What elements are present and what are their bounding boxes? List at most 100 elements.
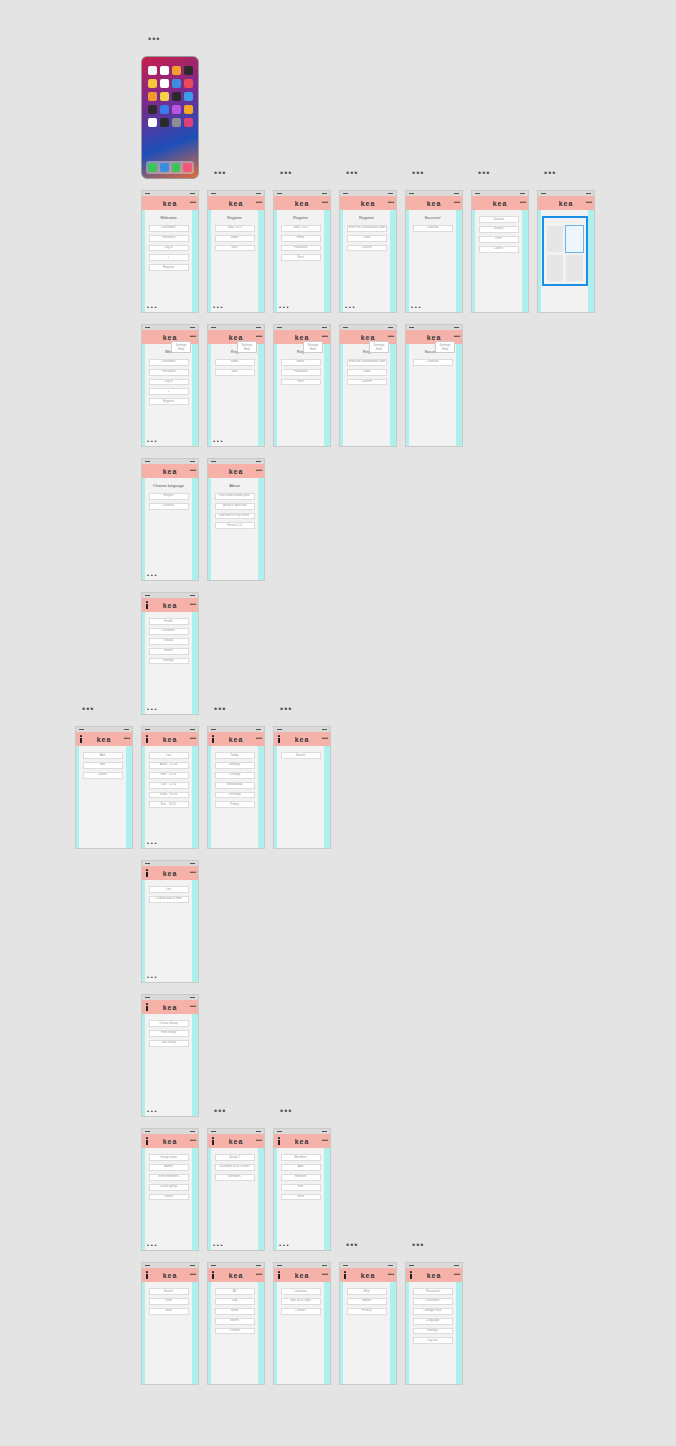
screen-item[interactable]: Carl · 11:32 [149, 782, 189, 789]
screen-item[interactable]: Anna · 12:04 [149, 762, 189, 769]
artboard-options[interactable]: ••• [148, 35, 160, 44]
more-button[interactable]: ••• [256, 1271, 262, 1277]
artboard-options[interactable]: ••• [280, 705, 292, 714]
screen-item[interactable]: Privacy [347, 1308, 387, 1315]
screen-item[interactable]: Password [281, 245, 321, 252]
app-icon[interactable] [172, 118, 181, 127]
screen-item[interactable]: Locations [149, 628, 189, 635]
screen-item[interactable]: Contact [281, 1308, 321, 1315]
selected-region[interactable] [542, 216, 588, 286]
artboard[interactable]: kea•••Group 1Locations of all 8 usersMem… [207, 1128, 265, 1251]
more-button[interactable]: ••• [256, 333, 262, 339]
screen-item[interactable]: Change Pass [413, 1308, 453, 1315]
artboard[interactable]: kea•••Group nameAdminInvite membersLeave… [141, 1128, 199, 1251]
dock-icon[interactable] [148, 163, 157, 172]
popup-item[interactable]: Settings [173, 343, 189, 347]
screen-item[interactable]: Delete [83, 772, 123, 779]
more-button[interactable]: ••• [322, 1137, 328, 1143]
more-button[interactable]: ••• [322, 735, 328, 741]
screen-item[interactable]: Enter the confirmation code [347, 225, 387, 232]
screen-item[interactable]: Tuesday [215, 772, 255, 779]
artboard[interactable]: kea•••LiveAnna · 12:04Ben · 11:50Carl · … [141, 726, 199, 849]
info-icon[interactable] [343, 1271, 347, 1279]
screen-item[interactable]: Username [413, 1298, 453, 1305]
more-button[interactable]: ••• [322, 199, 328, 205]
info-icon[interactable] [277, 1271, 281, 1279]
phone-preview[interactable] [141, 56, 199, 179]
more-button[interactable]: ••• [190, 869, 196, 875]
screen-item[interactable]: Events [149, 648, 189, 655]
screen-item[interactable]: Username [149, 225, 189, 232]
screen-item[interactable]: Kea shows where your [215, 493, 255, 500]
app-icon[interactable] [160, 66, 169, 75]
screen-item[interactable]: Cancel [479, 246, 519, 253]
screen-item[interactable]: Code [347, 235, 387, 242]
screen-item[interactable]: Password [413, 1288, 453, 1295]
screen-item[interactable]: Imprint [347, 1298, 387, 1305]
info-icon[interactable] [145, 735, 149, 743]
artboard[interactable]: kea•••RegisterStep 1 of 3NameNext• • • [207, 190, 265, 313]
app-icon[interactable] [172, 79, 181, 88]
artboard[interactable]: kea•••ProfileLocationsGroupsEventsSettin… [141, 592, 199, 715]
info-icon[interactable] [277, 1137, 281, 1145]
info-icon[interactable] [145, 1003, 149, 1011]
screen-item[interactable]: Deutsch [149, 503, 189, 510]
artboard[interactable]: kea•••CameraGalleryFilesCancel [471, 190, 529, 313]
screen-item[interactable]: Help [347, 1288, 387, 1295]
artboard[interactable]: kea••• [537, 190, 595, 313]
artboard-options[interactable]: ••• [412, 169, 424, 178]
screen-item[interactable]: Settings [413, 1328, 453, 1335]
more-button[interactable]: ••• [256, 467, 262, 473]
screen-item[interactable]: Add [83, 752, 123, 759]
artboard[interactable]: kea•••RegisterEnter the confirmation cod… [339, 190, 397, 313]
photo-tile[interactable] [547, 226, 564, 252]
screen-item[interactable]: Confirm [347, 379, 387, 386]
screen-item[interactable]: Email [281, 359, 321, 366]
more-button[interactable]: ••• [388, 199, 394, 205]
screen-item[interactable]: Locations of all 8 users [215, 1164, 255, 1171]
artboard[interactable]: kea•••AboutKea shows where yourgroup is … [207, 458, 265, 581]
screen-item[interactable]: Step 2 of 3 [281, 225, 321, 232]
artboard-options[interactable]: ••• [82, 705, 94, 714]
screen-item[interactable]: Group 1 [215, 1154, 255, 1161]
screen-item[interactable]: Friday [215, 801, 255, 808]
artboard[interactable]: kea•••RegNameNextSettingsHelp• • • [207, 324, 265, 447]
more-button[interactable]: ••• [190, 333, 196, 339]
screen-item[interactable]: Live [149, 886, 189, 893]
more-button[interactable]: ••• [388, 1271, 394, 1277]
screen-item[interactable]: Password [149, 369, 189, 376]
app-icon[interactable] [148, 105, 157, 114]
app-icon[interactable] [184, 118, 193, 127]
popup-item[interactable]: Help [239, 347, 255, 351]
app-icon[interactable] [184, 66, 193, 75]
info-icon[interactable] [211, 735, 215, 743]
artboard-options[interactable]: ••• [412, 1241, 424, 1250]
screen-item[interactable]: Password [149, 235, 189, 242]
more-button[interactable]: ••• [190, 1003, 196, 1009]
screen-item[interactable]: Next [281, 379, 321, 386]
artboard[interactable]: kea•••LocationsSign up & LoginContact [273, 1262, 331, 1385]
screen-item[interactable]: Step 1 of 3 [215, 225, 255, 232]
screen-item[interactable]: Custom [215, 1328, 255, 1335]
more-button[interactable]: ••• [190, 1271, 196, 1277]
screen-item[interactable]: Eva · 10:21 [149, 801, 189, 808]
screen-item[interactable]: Members [281, 1154, 321, 1161]
more-button[interactable]: ••• [256, 1137, 262, 1143]
artboard-options[interactable]: ••• [346, 169, 358, 178]
app-icon[interactable] [172, 66, 181, 75]
info-icon[interactable] [211, 1271, 215, 1279]
more-button[interactable]: ••• [322, 333, 328, 339]
more-button[interactable]: ••• [190, 1137, 196, 1143]
screen-item[interactable]: All [215, 1288, 255, 1295]
screen-item[interactable]: Save [149, 1308, 189, 1315]
screen-item[interactable]: Today [215, 752, 255, 759]
info-icon[interactable] [409, 1271, 413, 1279]
artboard-options[interactable]: ••• [280, 169, 292, 178]
app-icon[interactable] [172, 105, 181, 114]
screen-item[interactable]: Name [215, 359, 255, 366]
artboard[interactable]: kea•••RegEnter the confirmation codeCode… [339, 324, 397, 447]
screen-item[interactable]: Remove [281, 1174, 321, 1181]
screen-item[interactable]: Files [479, 236, 519, 243]
screen-item[interactable]: Search [149, 1288, 189, 1295]
dock-icon[interactable] [160, 163, 169, 172]
